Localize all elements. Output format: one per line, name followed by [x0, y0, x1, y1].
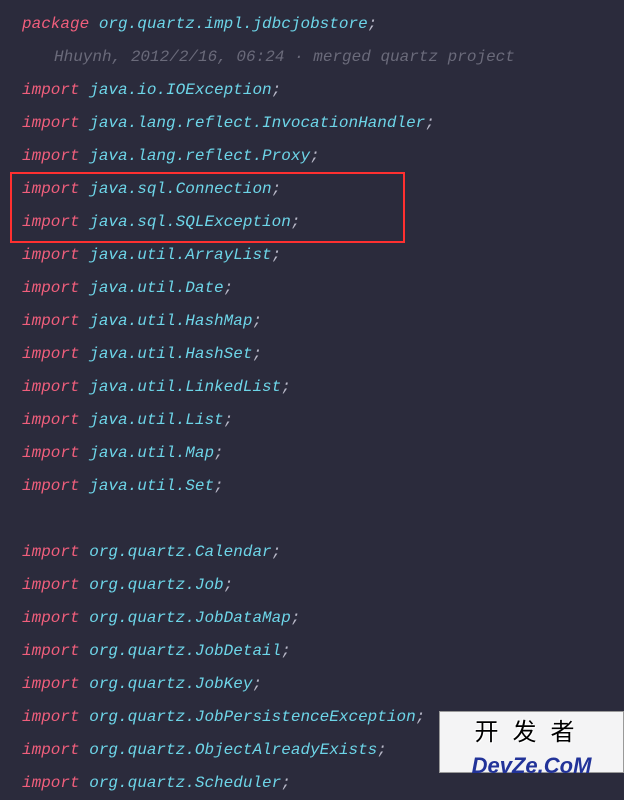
import-line[interactable]: import java.util.Set; — [22, 470, 624, 503]
keyword-import: import — [22, 477, 80, 495]
import-line[interactable]: import java.sql.Connection; — [22, 173, 624, 206]
semicolon: ; — [252, 312, 262, 330]
import-path: org.quartz.Scheduler — [89, 774, 281, 792]
import-line[interactable]: import java.util.List; — [22, 404, 624, 437]
semicolon: ; — [281, 642, 291, 660]
semicolon: ; — [291, 609, 301, 627]
keyword-import: import — [22, 444, 80, 462]
keyword-import: import — [22, 81, 80, 99]
keyword-import: import — [22, 576, 80, 594]
semicolon: ; — [214, 444, 224, 462]
keyword-import: import — [22, 345, 80, 363]
keyword-import: import — [22, 774, 80, 792]
import-line[interactable]: import org.quartz.JobDetail; — [22, 635, 624, 668]
import-line[interactable]: import java.util.Map; — [22, 437, 624, 470]
import-path: java.util.LinkedList — [89, 378, 281, 396]
import-path: org.quartz.JobDetail — [89, 642, 281, 660]
import-path: java.sql.SQLException — [89, 213, 291, 231]
keyword-import: import — [22, 708, 80, 726]
import-line[interactable]: import java.util.Date; — [22, 272, 624, 305]
semicolon: ; — [224, 279, 234, 297]
keyword-import: import — [22, 411, 80, 429]
keyword-import: import — [22, 543, 80, 561]
blank-line — [22, 503, 624, 536]
import-path: org.quartz.JobDataMap — [89, 609, 291, 627]
semicolon: ; — [368, 15, 378, 33]
watermark-overlay: 开发者 DevZe.CoM — [439, 711, 624, 773]
keyword-package: package — [22, 15, 89, 33]
blame-annotation: Hhuynh, 2012/2/16, 06:24 · merged quartz… — [22, 41, 624, 74]
import-path: org.quartz.JobKey — [89, 675, 252, 693]
watermark-url: DevZe.CoM — [440, 749, 623, 782]
keyword-import: import — [22, 378, 80, 396]
semicolon: ; — [272, 180, 282, 198]
semicolon: ; — [425, 114, 435, 132]
keyword-import: import — [22, 312, 80, 330]
import-line[interactable]: import org.quartz.JobKey; — [22, 668, 624, 701]
semicolon: ; — [291, 213, 301, 231]
import-line[interactable]: import org.quartz.Calendar; — [22, 536, 624, 569]
import-path: org.quartz.ObjectAlreadyExists — [89, 741, 377, 759]
import-line[interactable]: import java.util.HashMap; — [22, 305, 624, 338]
keyword-import: import — [22, 609, 80, 627]
import-line[interactable]: import java.util.ArrayList; — [22, 239, 624, 272]
keyword-import: import — [22, 741, 80, 759]
import-path: java.lang.reflect.Proxy — [89, 147, 310, 165]
semicolon: ; — [272, 81, 282, 99]
code-editor[interactable]: package org.quartz.impl.jdbcjobstore; Hh… — [0, 0, 624, 800]
keyword-import: import — [22, 246, 80, 264]
import-line[interactable]: import java.sql.SQLException; — [22, 206, 624, 239]
import-line[interactable]: import org.quartz.Job; — [22, 569, 624, 602]
import-path: java.util.Map — [89, 444, 214, 462]
semicolon: ; — [252, 345, 262, 363]
import-path: org.quartz.Job — [89, 576, 223, 594]
keyword-import: import — [22, 279, 80, 297]
semicolon: ; — [272, 543, 282, 561]
import-path: java.util.Set — [89, 477, 214, 495]
semicolon: ; — [281, 774, 291, 792]
keyword-import: import — [22, 180, 80, 198]
import-path: java.util.HashMap — [89, 312, 252, 330]
keyword-import: import — [22, 642, 80, 660]
package-name: org.quartz.impl.jdbcjobstore — [99, 15, 368, 33]
import-path: java.sql.Connection — [89, 180, 271, 198]
import-path: java.util.Date — [89, 279, 223, 297]
semicolon: ; — [224, 576, 234, 594]
import-path: java.util.ArrayList — [89, 246, 271, 264]
semicolon: ; — [224, 411, 234, 429]
semicolon: ; — [214, 477, 224, 495]
semicolon: ; — [281, 378, 291, 396]
import-line[interactable]: import java.lang.reflect.InvocationHandl… — [22, 107, 624, 140]
import-path: java.util.HashSet — [89, 345, 252, 363]
keyword-import: import — [22, 147, 80, 165]
semicolon: ; — [310, 147, 320, 165]
import-line[interactable]: import java.io.IOException; — [22, 74, 624, 107]
import-path: java.util.List — [89, 411, 223, 429]
semicolon: ; — [377, 741, 387, 759]
import-path: org.quartz.JobPersistenceException — [89, 708, 415, 726]
package-line[interactable]: package org.quartz.impl.jdbcjobstore; — [22, 8, 624, 41]
semicolon: ; — [272, 246, 282, 264]
semicolon: ; — [416, 708, 426, 726]
keyword-import: import — [22, 114, 80, 132]
keyword-import: import — [22, 675, 80, 693]
import-line[interactable]: import java.util.LinkedList; — [22, 371, 624, 404]
import-line[interactable]: import java.lang.reflect.Proxy; — [22, 140, 624, 173]
watermark-chinese: 开发者 — [440, 712, 623, 749]
import-line[interactable]: import org.quartz.JobDataMap; — [22, 602, 624, 635]
import-path: org.quartz.Calendar — [89, 543, 271, 561]
semicolon: ; — [252, 675, 262, 693]
import-path: java.io.IOException — [89, 81, 271, 99]
import-path: java.lang.reflect.InvocationHandler — [89, 114, 425, 132]
import-line[interactable]: import java.util.HashSet; — [22, 338, 624, 371]
keyword-import: import — [22, 213, 80, 231]
